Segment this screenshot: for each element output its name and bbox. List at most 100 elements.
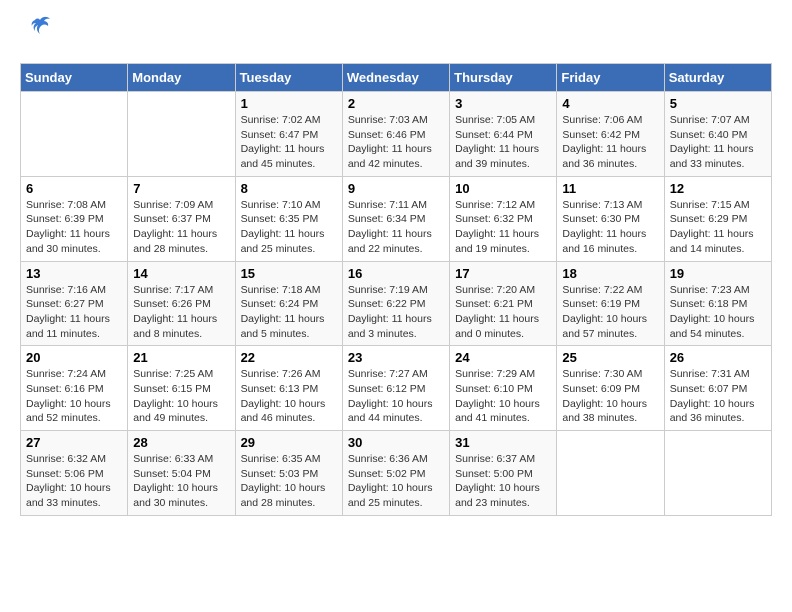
day-number: 19 bbox=[670, 266, 766, 281]
day-number: 4 bbox=[562, 96, 658, 111]
day-number: 12 bbox=[670, 181, 766, 196]
day-info: Sunrise: 7:26 AMSunset: 6:13 PMDaylight:… bbox=[241, 367, 337, 426]
calendar-cell bbox=[664, 431, 771, 516]
calendar-cell: 21 Sunrise: 7:25 AMSunset: 6:15 PMDayligh… bbox=[128, 346, 235, 431]
calendar-cell: 24 Sunrise: 7:29 AMSunset: 6:10 PMDayligh… bbox=[450, 346, 557, 431]
calendar-cell: 23 Sunrise: 7:27 AMSunset: 6:12 PMDayligh… bbox=[342, 346, 449, 431]
day-info: Sunrise: 7:15 AMSunset: 6:29 PMDaylight:… bbox=[670, 198, 766, 257]
day-number: 14 bbox=[133, 266, 229, 281]
day-info: Sunrise: 7:20 AMSunset: 6:21 PMDaylight:… bbox=[455, 283, 551, 342]
day-info: Sunrise: 7:10 AMSunset: 6:35 PMDaylight:… bbox=[241, 198, 337, 257]
day-number: 13 bbox=[26, 266, 122, 281]
day-number: 3 bbox=[455, 96, 551, 111]
calendar-cell: 9 Sunrise: 7:11 AMSunset: 6:34 PMDaylight… bbox=[342, 176, 449, 261]
day-info: Sunrise: 7:05 AMSunset: 6:44 PMDaylight:… bbox=[455, 113, 551, 172]
day-number: 27 bbox=[26, 435, 122, 450]
day-of-week-header: Wednesday bbox=[342, 64, 449, 92]
day-number: 22 bbox=[241, 350, 337, 365]
day-number: 21 bbox=[133, 350, 229, 365]
day-info: Sunrise: 6:32 AMSunset: 5:06 PMDaylight:… bbox=[26, 452, 122, 511]
calendar-cell: 30Sunrise: 6:36 AMSunset: 5:02 PMDayligh… bbox=[342, 431, 449, 516]
calendar-cell: 16Sunrise: 7:19 AMSunset: 6:22 PMDayligh… bbox=[342, 261, 449, 346]
calendar-cell: 10 Sunrise: 7:12 AMSunset: 6:32 PMDayligh… bbox=[450, 176, 557, 261]
day-info: Sunrise: 7:12 AMSunset: 6:32 PMDaylight:… bbox=[455, 198, 551, 257]
calendar-cell: 14 Sunrise: 7:17 AMSunset: 6:26 PMDayligh… bbox=[128, 261, 235, 346]
day-info: Sunrise: 7:07 AMSunset: 6:40 PMDaylight:… bbox=[670, 113, 766, 172]
day-of-week-header: Saturday bbox=[664, 64, 771, 92]
day-info: Sunrise: 6:35 AMSunset: 5:03 PMDaylight:… bbox=[241, 452, 337, 511]
day-info: Sunrise: 6:37 AMSunset: 5:00 PMDaylight:… bbox=[455, 452, 551, 511]
page-header bbox=[20, 20, 772, 47]
day-number: 15 bbox=[241, 266, 337, 281]
day-number: 26 bbox=[670, 350, 766, 365]
day-number: 25 bbox=[562, 350, 658, 365]
day-info: Sunrise: 7:27 AMSunset: 6:12 PMDaylight:… bbox=[348, 367, 444, 426]
calendar-cell: 11 Sunrise: 7:13 AMSunset: 6:30 PMDayligh… bbox=[557, 176, 664, 261]
day-number: 17 bbox=[455, 266, 551, 281]
calendar-cell: 13 Sunrise: 7:16 AMSunset: 6:27 PMDayligh… bbox=[21, 261, 128, 346]
day-number: 16 bbox=[348, 266, 444, 281]
calendar-cell: 26 Sunrise: 7:31 AMSunset: 6:07 PMDayligh… bbox=[664, 346, 771, 431]
day-of-week-header: Tuesday bbox=[235, 64, 342, 92]
calendar-table: SundayMondayTuesdayWednesdayThursdayFrid… bbox=[20, 63, 772, 516]
day-info: Sunrise: 7:11 AMSunset: 6:34 PMDaylight:… bbox=[348, 198, 444, 257]
day-number: 5 bbox=[670, 96, 766, 111]
calendar-cell bbox=[21, 92, 128, 177]
day-info: Sunrise: 7:06 AMSunset: 6:42 PMDaylight:… bbox=[562, 113, 658, 172]
calendar-cell: 15 Sunrise: 7:18 AMSunset: 6:24 PMDayligh… bbox=[235, 261, 342, 346]
day-info: Sunrise: 6:36 AMSunset: 5:02 PMDaylight:… bbox=[348, 452, 444, 511]
calendar-cell: 2 Sunrise: 7:03 AMSunset: 6:46 PMDaylight… bbox=[342, 92, 449, 177]
day-number: 9 bbox=[348, 181, 444, 196]
day-info: Sunrise: 7:03 AMSunset: 6:46 PMDaylight:… bbox=[348, 113, 444, 172]
day-number: 11 bbox=[562, 181, 658, 196]
calendar-cell: 3 Sunrise: 7:05 AMSunset: 6:44 PMDaylight… bbox=[450, 92, 557, 177]
day-number: 10 bbox=[455, 181, 551, 196]
day-info: Sunrise: 7:29 AMSunset: 6:10 PMDaylight:… bbox=[455, 367, 551, 426]
day-info: Sunrise: 7:08 AMSunset: 6:39 PMDaylight:… bbox=[26, 198, 122, 257]
day-info: Sunrise: 7:31 AMSunset: 6:07 PMDaylight:… bbox=[670, 367, 766, 426]
calendar-cell: 18 Sunrise: 7:22 AMSunset: 6:19 PMDayligh… bbox=[557, 261, 664, 346]
day-number: 29 bbox=[241, 435, 337, 450]
day-of-week-header: Friday bbox=[557, 64, 664, 92]
day-number: 8 bbox=[241, 181, 337, 196]
calendar-cell: 20Sunrise: 7:24 AMSunset: 6:16 PMDayligh… bbox=[21, 346, 128, 431]
day-info: Sunrise: 7:24 AMSunset: 6:16 PMDaylight:… bbox=[26, 367, 122, 426]
calendar-cell: 1 Sunrise: 7:02 AMSunset: 6:47 PMDaylight… bbox=[235, 92, 342, 177]
calendar-cell: 5 Sunrise: 7:07 AMSunset: 6:40 PMDaylight… bbox=[664, 92, 771, 177]
logo bbox=[20, 20, 54, 47]
day-of-week-header: Thursday bbox=[450, 64, 557, 92]
day-info: Sunrise: 7:02 AMSunset: 6:47 PMDaylight:… bbox=[241, 113, 337, 172]
day-number: 23 bbox=[348, 350, 444, 365]
calendar-cell: 12 Sunrise: 7:15 AMSunset: 6:29 PMDayligh… bbox=[664, 176, 771, 261]
day-info: Sunrise: 7:30 AMSunset: 6:09 PMDaylight:… bbox=[562, 367, 658, 426]
calendar-cell: 29 Sunrise: 6:35 AMSunset: 5:03 PMDayligh… bbox=[235, 431, 342, 516]
day-number: 6 bbox=[26, 181, 122, 196]
logo-bird-icon bbox=[26, 14, 54, 47]
day-number: 7 bbox=[133, 181, 229, 196]
day-info: Sunrise: 7:17 AMSunset: 6:26 PMDaylight:… bbox=[133, 283, 229, 342]
day-info: Sunrise: 7:22 AMSunset: 6:19 PMDaylight:… bbox=[562, 283, 658, 342]
day-number: 2 bbox=[348, 96, 444, 111]
calendar-cell: 4 Sunrise: 7:06 AMSunset: 6:42 PMDaylight… bbox=[557, 92, 664, 177]
calendar-cell: 25 Sunrise: 7:30 AMSunset: 6:09 PMDayligh… bbox=[557, 346, 664, 431]
calendar-cell: 6 Sunrise: 7:08 AMSunset: 6:39 PMDaylight… bbox=[21, 176, 128, 261]
calendar-cell: 7 Sunrise: 7:09 AMSunset: 6:37 PMDaylight… bbox=[128, 176, 235, 261]
day-number: 1 bbox=[241, 96, 337, 111]
calendar-cell: 28Sunrise: 6:33 AMSunset: 5:04 PMDayligh… bbox=[128, 431, 235, 516]
day-number: 24 bbox=[455, 350, 551, 365]
calendar-cell: 22 Sunrise: 7:26 AMSunset: 6:13 PMDayligh… bbox=[235, 346, 342, 431]
day-number: 31 bbox=[455, 435, 551, 450]
day-info: Sunrise: 7:18 AMSunset: 6:24 PMDaylight:… bbox=[241, 283, 337, 342]
calendar-cell: 17 Sunrise: 7:20 AMSunset: 6:21 PMDayligh… bbox=[450, 261, 557, 346]
day-of-week-header: Monday bbox=[128, 64, 235, 92]
calendar-cell: 27 Sunrise: 6:32 AMSunset: 5:06 PMDayligh… bbox=[21, 431, 128, 516]
day-info: Sunrise: 7:16 AMSunset: 6:27 PMDaylight:… bbox=[26, 283, 122, 342]
calendar-cell bbox=[557, 431, 664, 516]
day-number: 28 bbox=[133, 435, 229, 450]
day-of-week-header: Sunday bbox=[21, 64, 128, 92]
day-number: 18 bbox=[562, 266, 658, 281]
calendar-cell: 31 Sunrise: 6:37 AMSunset: 5:00 PMDayligh… bbox=[450, 431, 557, 516]
day-info: Sunrise: 7:13 AMSunset: 6:30 PMDaylight:… bbox=[562, 198, 658, 257]
day-info: Sunrise: 7:09 AMSunset: 6:37 PMDaylight:… bbox=[133, 198, 229, 257]
day-info: Sunrise: 7:25 AMSunset: 6:15 PMDaylight:… bbox=[133, 367, 229, 426]
